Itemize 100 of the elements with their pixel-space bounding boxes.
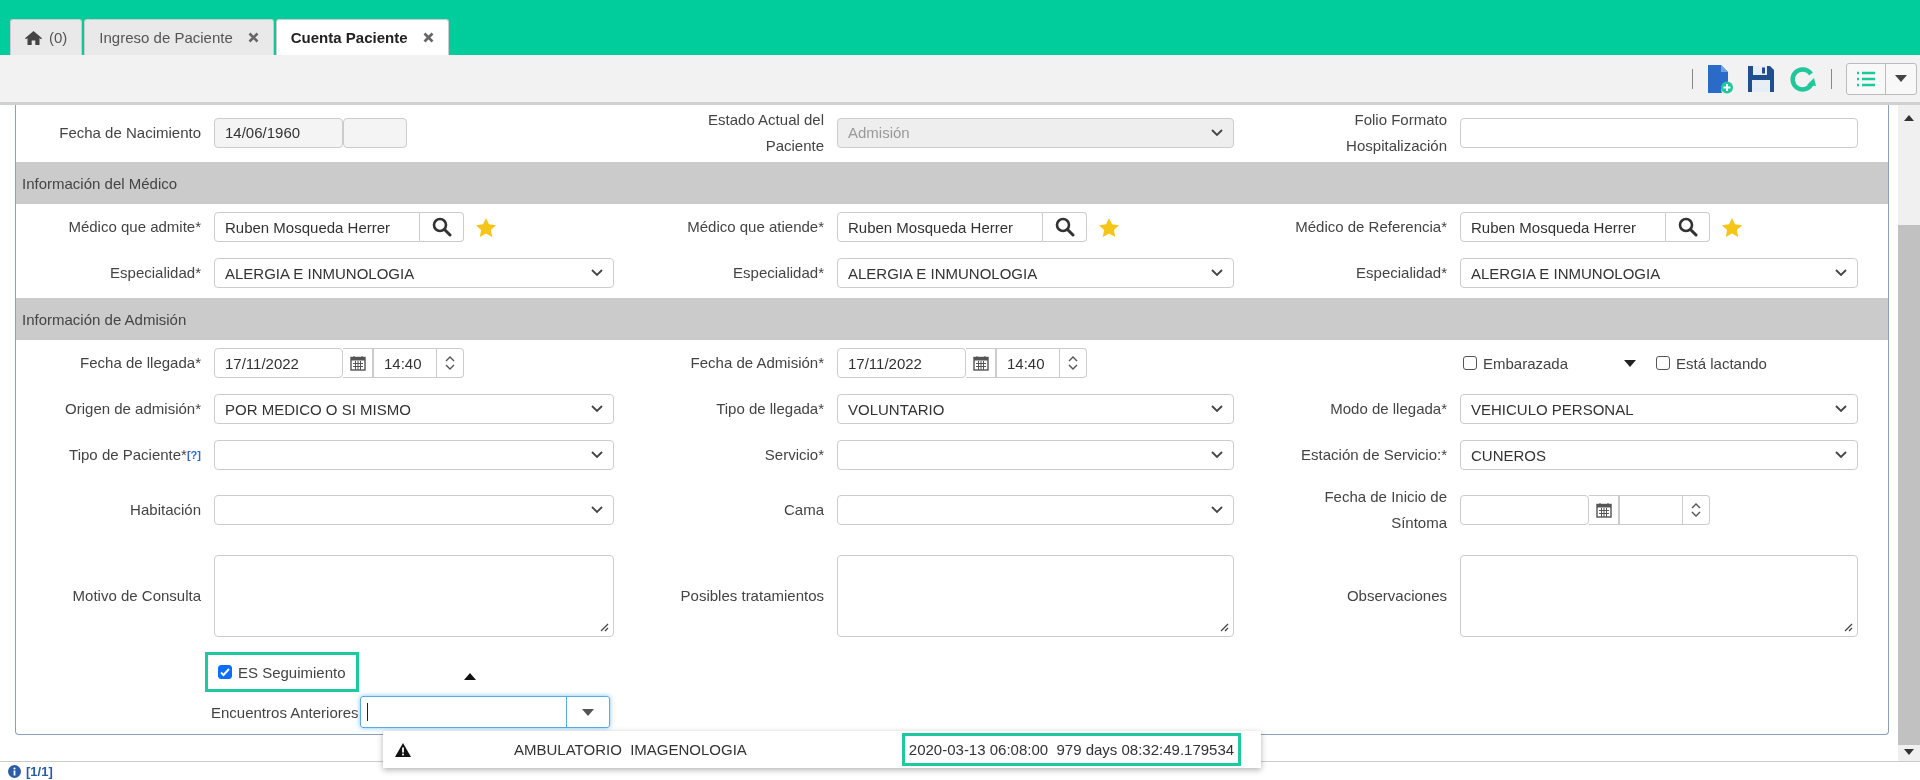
search-button[interactable]: [1666, 212, 1710, 242]
section-header: Información de Admisión: [16, 298, 1888, 340]
search-button[interactable]: [1043, 212, 1087, 242]
select-field[interactable]: ALERGIA E INMUNOLOGIA: [1460, 258, 1858, 288]
chevron-down-icon: [1211, 405, 1223, 413]
home-icon: [25, 30, 42, 45]
star-icon[interactable]: [1099, 217, 1119, 237]
close-icon[interactable]: [247, 32, 259, 43]
calendar-icon: [349, 355, 366, 371]
field-label: Estación de Servicio:*: [1301, 445, 1447, 465]
select-field[interactable]: VEHICULO PERSONAL: [1460, 394, 1858, 424]
caret-down-icon: [1895, 75, 1907, 82]
textarea-field[interactable]: [214, 555, 614, 637]
field-label: Estado Actual del Paciente: [708, 109, 824, 156]
chevron-down-icon: [1835, 269, 1847, 277]
field-label: Especialidad*: [110, 263, 201, 283]
date-field[interactable]: 17/11/2022: [837, 348, 966, 378]
input-field[interactable]: [1460, 117, 1858, 148]
new-document-icon[interactable]: [1707, 63, 1733, 94]
field-label: Folio Formato Hospitalización: [1346, 109, 1447, 156]
time-field[interactable]: 14:40: [373, 348, 437, 378]
select-field[interactable]: CUNEROS: [1460, 440, 1858, 470]
search-icon: [431, 217, 452, 237]
checkbox-label[interactable]: Embarazada: [1483, 354, 1569, 372]
star-icon[interactable]: [476, 217, 496, 237]
resize-grip-icon[interactable]: [599, 622, 609, 632]
checkbox-label[interactable]: Está lactando: [1676, 354, 1767, 372]
select-field[interactable]: [837, 440, 1234, 470]
search-icon: [1054, 217, 1075, 237]
caret-down-icon[interactable]: [581, 708, 594, 716]
up-down-chevron-icon: [444, 354, 456, 372]
select-field[interactable]: ALERGIA E INMUNOLOGIA: [837, 258, 1234, 288]
resize-grip-icon[interactable]: [1219, 622, 1229, 632]
date-field[interactable]: 14/06/1960: [214, 117, 343, 148]
date-field[interactable]: 17/11/2022: [214, 348, 343, 378]
search-button[interactable]: [420, 212, 464, 242]
spinner-button[interactable]: [437, 348, 464, 378]
field-label: Habitación: [130, 500, 201, 520]
tab[interactable]: (0): [10, 19, 83, 55]
chevron-down-icon: [591, 269, 603, 277]
checkbox[interactable]: [1463, 356, 1477, 370]
pagination-link[interactable]: [1/1]: [26, 763, 53, 779]
resize-grip-icon[interactable]: [1843, 622, 1853, 632]
caret-down-icon[interactable]: [1624, 359, 1637, 367]
chevron-down-icon: [1211, 506, 1223, 514]
warning-icon: [395, 742, 411, 757]
field-label: Médico que atiende*: [687, 217, 824, 237]
field-label: Especialidad*: [1356, 263, 1447, 283]
doctor-field[interactable]: Ruben Mosqueda Herrer: [214, 212, 420, 242]
calendar-button[interactable]: [343, 348, 373, 378]
select-field[interactable]: [837, 495, 1234, 525]
input-field[interactable]: [343, 117, 407, 148]
calendar-icon: [1595, 502, 1612, 518]
search-icon: [1677, 217, 1698, 237]
field-label: Servicio*: [764, 445, 824, 465]
select-field[interactable]: [214, 440, 614, 470]
list-icon: [1856, 70, 1876, 87]
calendar-button[interactable]: [1589, 495, 1619, 525]
calendar-icon: [972, 355, 989, 371]
field-label: Médico de Referencia*: [1295, 217, 1447, 237]
save-icon[interactable]: [1747, 64, 1775, 93]
tab[interactable]: Ingreso de Paciente: [84, 19, 274, 55]
field-label: Motivo de Consulta: [72, 586, 201, 606]
tab[interactable]: Cuenta Paciente: [275, 19, 449, 55]
field-label: Tipo de llegada*: [716, 399, 824, 419]
calendar-button[interactable]: [966, 348, 996, 378]
option-service[interactable]: AMBULATORIO IMAGENOLOGIA: [514, 741, 747, 758]
field-label: Posibles tratamientos: [680, 586, 824, 606]
chevron-down-icon: [591, 405, 603, 413]
textarea-field[interactable]: [837, 555, 1234, 637]
chevron-down-icon: [1211, 451, 1223, 459]
star-icon[interactable]: [1722, 217, 1742, 237]
doctor-field[interactable]: Ruben Mosqueda Herrer: [837, 212, 1043, 242]
spinner-button[interactable]: [1683, 495, 1710, 525]
field-label: Cama: [784, 500, 824, 520]
textarea-field[interactable]: [1460, 555, 1858, 637]
chevron-down-icon: [1211, 128, 1223, 137]
checkbox[interactable]: [218, 665, 232, 679]
select-field[interactable]: ALERGIA E INMUNOLOGIA: [214, 258, 614, 288]
checkbox-label[interactable]: ES Seguimiento: [238, 663, 346, 681]
select-field[interactable]: POR MEDICO O SI MISMO: [214, 394, 614, 424]
date-field[interactable]: [1460, 495, 1589, 525]
field-label: Tipo de Paciente*: [69, 445, 187, 465]
scroll-down-arrow-icon[interactable]: [1904, 749, 1914, 755]
time-field[interactable]: [1619, 495, 1683, 525]
checkbox[interactable]: [1656, 356, 1671, 370]
field-label: Origen de admisión*: [65, 399, 201, 419]
spinner-button[interactable]: [1060, 348, 1087, 378]
close-icon[interactable]: [422, 32, 434, 43]
scrollbar[interactable]: [1898, 105, 1920, 761]
option-date[interactable]: 2020-03-13 06:08:00 979 days 08:32:49.179534: [901, 733, 1242, 766]
help-link[interactable]: [?]: [186, 449, 201, 461]
select-field[interactable]: VOLUNTARIO: [837, 394, 1234, 424]
doctor-field[interactable]: Ruben Mosqueda Herrer: [1460, 212, 1666, 242]
select-field[interactable]: [214, 495, 614, 525]
chevron-down-icon: [1835, 451, 1847, 459]
field-label: Fecha de Inicio de Síntoma: [1324, 487, 1447, 533]
time-field[interactable]: 14:40: [996, 348, 1060, 378]
caret-up-icon: [463, 672, 476, 680]
scroll-up-arrow-icon[interactable]: [1904, 115, 1914, 121]
